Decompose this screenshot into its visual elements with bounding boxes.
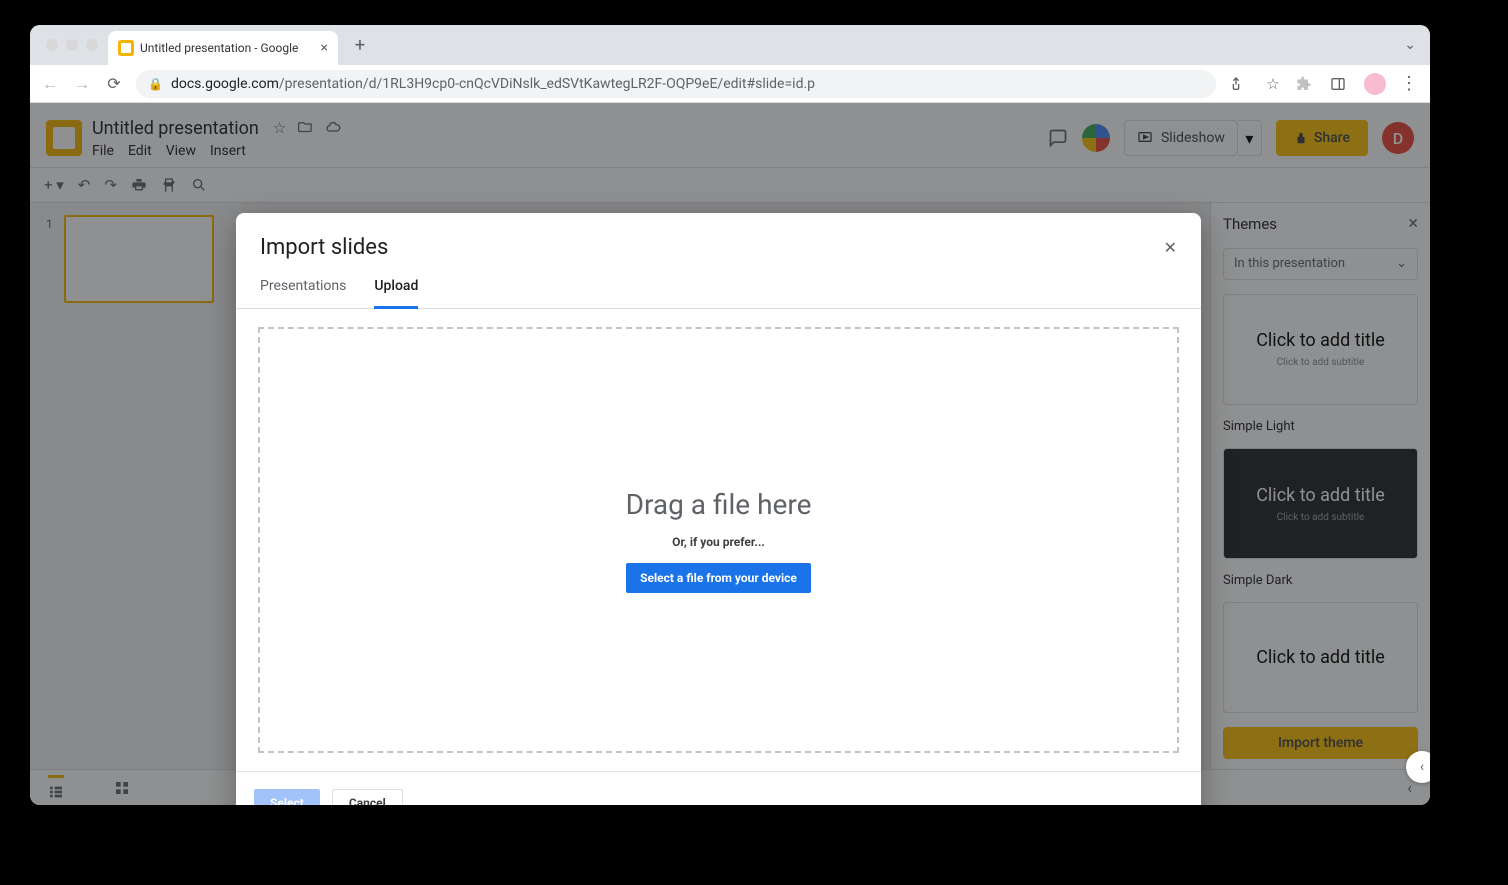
tab-favicon [118,40,134,56]
dropzone-subtitle: Or, if you prefer... [672,535,765,549]
dialog-footer: Select Cancel [236,771,1201,805]
dropzone-title: Drag a file here [626,488,812,521]
address-bar: ← → ⟳ 🔒 docs.google.com/presentation/d/1… [30,65,1430,103]
lock-icon: 🔒 [148,77,163,91]
url-input[interactable]: 🔒 docs.google.com/presentation/d/1RL3H9c… [136,70,1216,98]
show-side-panel-icon[interactable]: ‹ [1406,751,1430,783]
dialog-close-icon[interactable]: ✕ [1164,238,1177,257]
reload-icon[interactable]: ⟳ [104,74,124,93]
import-slides-dialog: Import slides ✕ Presentations Upload Dra… [236,213,1201,805]
forward-icon: → [72,74,92,94]
url-host: docs.google.com [171,76,279,92]
tab-close-icon[interactable]: × [321,40,328,56]
tab-presentations[interactable]: Presentations [260,278,346,308]
browser-window: Untitled presentation - Google × + ⌄ ← →… [30,25,1430,805]
slides-app: Untitled presentation ☆ File [30,103,1430,805]
window-controls[interactable] [46,39,98,51]
select-button[interactable]: Select [254,789,320,806]
extensions-icon[interactable] [1296,76,1318,92]
dialog-title: Import slides [260,235,388,260]
cancel-button[interactable]: Cancel [332,789,403,806]
browser-tab[interactable]: Untitled presentation - Google × [108,31,338,65]
bookmark-icon[interactable]: ☆ [1262,75,1284,93]
url-path: /presentation/d/1RL3H9cp0-cnQcVDiNslk_ed… [279,76,815,92]
sidepanel-icon[interactable] [1330,76,1352,92]
tab-upload[interactable]: Upload [374,278,418,309]
new-tab-button[interactable]: + [346,31,374,59]
tabs-dropdown-icon[interactable]: ⌄ [1404,37,1416,53]
back-icon[interactable]: ← [40,74,60,94]
file-dropzone[interactable]: Drag a file here Or, if you prefer... Se… [258,327,1179,753]
profile-avatar[interactable] [1364,73,1386,95]
dialog-tabs: Presentations Upload [236,260,1201,309]
tab-title: Untitled presentation - Google [140,41,298,55]
chrome-tabstrip: Untitled presentation - Google × + ⌄ [30,25,1430,65]
share-page-icon[interactable] [1228,76,1250,92]
chrome-menu-icon[interactable] [1398,73,1420,94]
select-file-button[interactable]: Select a file from your device [626,563,811,593]
